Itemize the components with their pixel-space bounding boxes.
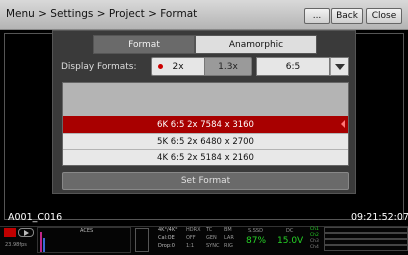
play-icon[interactable] [18,228,34,237]
more-button[interactable]: ... [304,8,330,24]
tc-label: TC [206,227,213,233]
color-space-label: ACES [80,228,94,234]
rig-label: RIG [224,243,233,249]
cal-label: Cal:OE [158,235,175,241]
list-item-selected[interactable]: 6K 6:5 2x 7584 x 3160 [63,116,348,133]
resolution-label: 4K°/4K° [158,227,178,233]
channel-label: Ch1 [310,227,319,232]
list-item[interactable]: 4K 6:5 2x 5184 x 2160 [63,150,348,165]
drop-label: Drop:0 [158,243,175,249]
off-label: OFF [186,235,196,241]
divider-bracket [135,228,149,252]
power-label: DC [286,228,294,234]
breadcrumb: Menu > Settings > Project > Format [6,8,198,20]
option-2x-label: 2x [172,61,184,72]
ratio-label: 1:1 [186,243,195,249]
aspect-ratio-select[interactable]: 6:5 [256,57,330,76]
audio-meter [324,245,408,251]
red-logo-icon [4,228,16,237]
selection-marker-icon [341,120,345,128]
media-label: S.SSD [248,228,263,234]
channel-label: Ch4 [310,245,319,250]
selected-dot-icon [158,64,163,69]
tab-format[interactable]: Format [93,35,195,54]
sync-label: SYNC [206,243,220,249]
set-format-button[interactable]: Set Format [62,172,349,190]
back-button[interactable]: Back [331,8,363,24]
tab-anamorphic[interactable]: Anamorphic [195,35,317,54]
power-voltage: 15.0V [277,236,304,246]
format-panel: Format Anamorphic Display Formats: 2x 1.… [52,30,356,194]
bm-label: BM [224,227,232,233]
gen-label: GEN [206,235,217,241]
media-remaining: 87% [246,236,267,246]
chevron-down-icon[interactable] [330,57,349,76]
option-1-3x-button[interactable]: 1.3x [205,57,252,76]
channel-label: Ch2 [310,233,319,238]
list-item[interactable]: 5K 6:5 2x 6480 x 2700 [63,134,348,149]
waveform-bar [40,232,42,252]
timecode: 09:21:52:07 [351,212,408,223]
top-bar: Menu > Settings > Project > Format ... B… [0,0,408,30]
fps-readout: 23.98fps [5,242,27,248]
close-button[interactable]: Close [366,8,402,24]
lar-label: LAR [224,235,234,241]
list-item-label: 6K 6:5 2x 7584 x 3160 [157,119,254,130]
hdrx-label: HDRX [186,227,201,233]
display-formats-label: Display Formats: [61,62,137,72]
waveform-bar [43,238,45,252]
format-list[interactable]: 6K 6:5 2x 7584 x 3160 5K 6:5 2x 6480 x 2… [62,82,349,166]
option-2x-button[interactable]: 2x [151,57,205,76]
clip-name: A001_C016 [8,212,63,223]
channel-label: Ch3 [310,239,319,244]
